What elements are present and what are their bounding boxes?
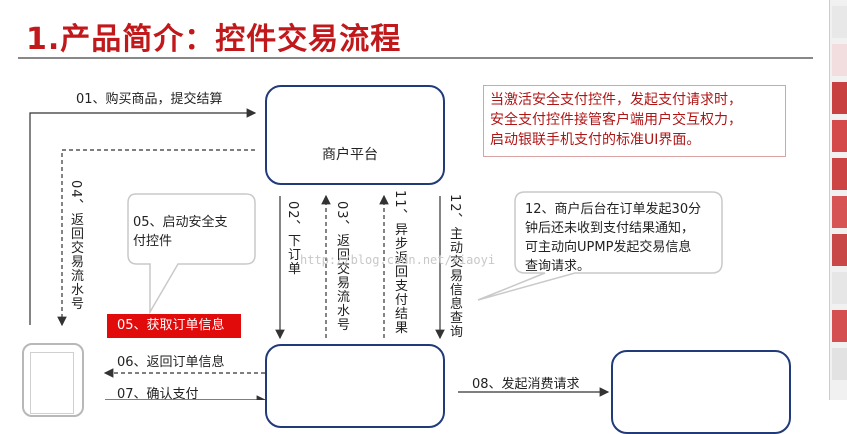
step-07-label: 07、确认支付: [117, 387, 199, 402]
slide-thumbnail[interactable]: [832, 348, 847, 380]
slide-thumbnail[interactable]: [832, 310, 847, 342]
note-line: 启动银联手机支付的标准UI界面。: [490, 132, 701, 148]
bubble-right-line: 12、商户后台在订单发起30分: [525, 202, 702, 217]
note-line: 安全支付控件接管客户端用户交互权力，: [490, 112, 742, 128]
mobile-phone-screen: [30, 352, 74, 414]
bubble-right-text: 12、商户后台在订单发起30分 钟后还未收到支付结果通知， 可主动向UPMP发起…: [525, 200, 701, 276]
step-06-label: 06、返回订单信息: [117, 355, 225, 370]
node-bottom-center: [265, 344, 445, 428]
slide: 1.产品简介：控件交易流程 商户平台 当激活安全支付控件，发起支付请求时， 安全…: [0, 0, 828, 434]
bubble-right-line: 钟后还未收到支付结果通知，: [525, 221, 695, 236]
slide-thumbnail[interactable]: [832, 44, 847, 76]
slide-thumbnail[interactable]: [832, 272, 847, 304]
slide-thumbnail[interactable]: [832, 120, 847, 152]
info-note: 当激活安全支付控件，发起支付请求时， 安全支付控件接管客户端用户交互权力， 启动…: [483, 85, 786, 157]
node-merchant-platform-label: 商户平台: [322, 147, 378, 163]
step-02-label: 02、下订单: [285, 201, 300, 276]
note-line: 当激活安全支付控件，发起支付请求时，: [490, 92, 742, 108]
node-bottom-right: [611, 350, 791, 434]
slide-thumbnail[interactable]: [832, 82, 847, 114]
slide-thumbnail[interactable]: [832, 234, 847, 266]
bubble-left-line: 付控件: [133, 234, 173, 249]
slide-thumbnail[interactable]: [832, 196, 847, 228]
bubble-right-line: 可主动向UPMP发起交易信息: [525, 240, 692, 255]
bubble-left-text: 05、启动安全支 付控件: [133, 213, 228, 251]
step-05-highlight: 05、获取订单信息: [107, 314, 241, 338]
flow-diagram: [29, 91, 744, 400]
slide-thumbnail[interactable]: [832, 158, 847, 190]
watermark-text: http://blog.csdn.net/xiaoyi: [300, 253, 496, 267]
bubble-left-line: 05、启动安全支: [133, 215, 228, 230]
node-merchant-platform: [265, 85, 445, 185]
bubble-right-line: 查询请求。: [525, 259, 591, 274]
slide-thumbnail[interactable]: [832, 6, 847, 38]
step-01-label: 01、购买商品，提交结算: [76, 92, 223, 107]
speech-bubble-left: [127, 193, 256, 315]
step-04-label: 04、返回交易流水号: [68, 180, 83, 311]
step-08-label: 08、发起消费请求: [472, 377, 580, 392]
